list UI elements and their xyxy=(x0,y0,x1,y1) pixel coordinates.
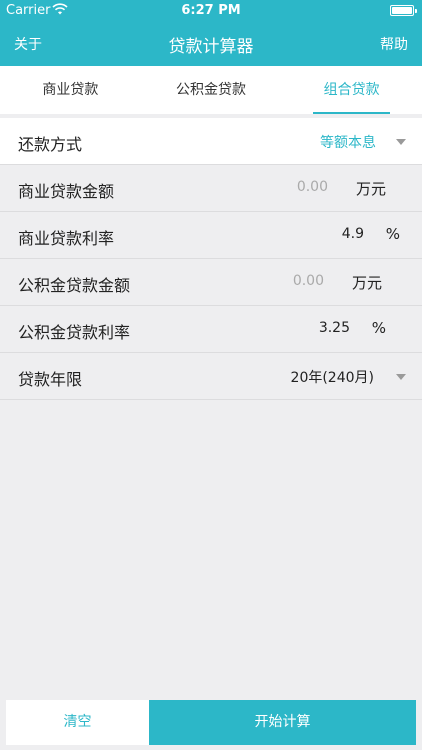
repay-method-select[interactable]: 等额本息 xyxy=(320,132,376,152)
commercial-rate-input[interactable]: 4.9 xyxy=(342,226,364,242)
clear-button[interactable]: 清空 xyxy=(6,700,149,745)
commercial-rate-label: 商业贷款利率 xyxy=(18,229,115,248)
loan-term-select[interactable]: 20年(240月) xyxy=(291,367,374,387)
page-title: 贷款计算器 xyxy=(168,37,254,57)
help-button[interactable]: 帮助 xyxy=(380,34,408,54)
loan-form: 还款方式 等额本息 商业贷款金额 0.00 万元 商业贷款利率 4.9 % 公积… xyxy=(0,118,422,400)
fund-rate-unit: % xyxy=(371,319,386,337)
start-calculate-button[interactable]: 开始计算 xyxy=(149,700,416,745)
commercial-rate-row: 商业贷款利率 4.9 % xyxy=(0,212,422,259)
fund-amount-input[interactable]: 0.00 xyxy=(293,273,324,289)
chevron-down-icon xyxy=(396,374,406,380)
commercial-amount-label: 商业贷款金额 xyxy=(18,182,115,201)
commercial-amount-row: 商业贷款金额 0.00 万元 xyxy=(0,165,422,212)
fund-amount-row: 公积金贷款金额 0.00 万元 xyxy=(0,259,422,306)
top-bar: Carrier 6:27 PM 关于 贷款计算器 帮助 xyxy=(0,0,422,66)
chevron-down-icon xyxy=(396,139,406,145)
battery-icon xyxy=(390,5,417,16)
status-bar: Carrier 6:27 PM xyxy=(0,0,422,22)
tab-combined-loan[interactable]: 组合贷款 xyxy=(281,66,422,114)
commercial-rate-unit: % xyxy=(385,225,400,243)
repay-method-label: 还款方式 xyxy=(18,135,83,154)
repay-method-row[interactable]: 还款方式 等额本息 xyxy=(0,118,422,165)
action-bar: 清空 开始计算 xyxy=(6,700,416,745)
fund-rate-input[interactable]: 3.25 xyxy=(319,320,350,336)
loan-term-row[interactable]: 贷款年限 20年(240月) xyxy=(0,353,422,400)
tab-fund-loan[interactable]: 公积金贷款 xyxy=(141,66,282,114)
tab-commercial-loan[interactable]: 商业贷款 xyxy=(0,66,141,114)
commercial-amount-input[interactable]: 0.00 xyxy=(297,179,328,195)
fund-amount-label: 公积金贷款金额 xyxy=(18,276,131,295)
commercial-amount-unit: 万元 xyxy=(355,180,386,198)
fund-rate-row: 公积金贷款利率 3.25 % xyxy=(0,306,422,353)
loan-term-label: 贷款年限 xyxy=(18,370,83,389)
status-time: 6:27 PM xyxy=(181,3,241,18)
fund-rate-label: 公积金贷款利率 xyxy=(18,323,131,342)
fund-amount-unit: 万元 xyxy=(351,274,382,292)
loan-type-tabs: 商业贷款 公积金贷款 组合贷款 xyxy=(0,66,422,114)
